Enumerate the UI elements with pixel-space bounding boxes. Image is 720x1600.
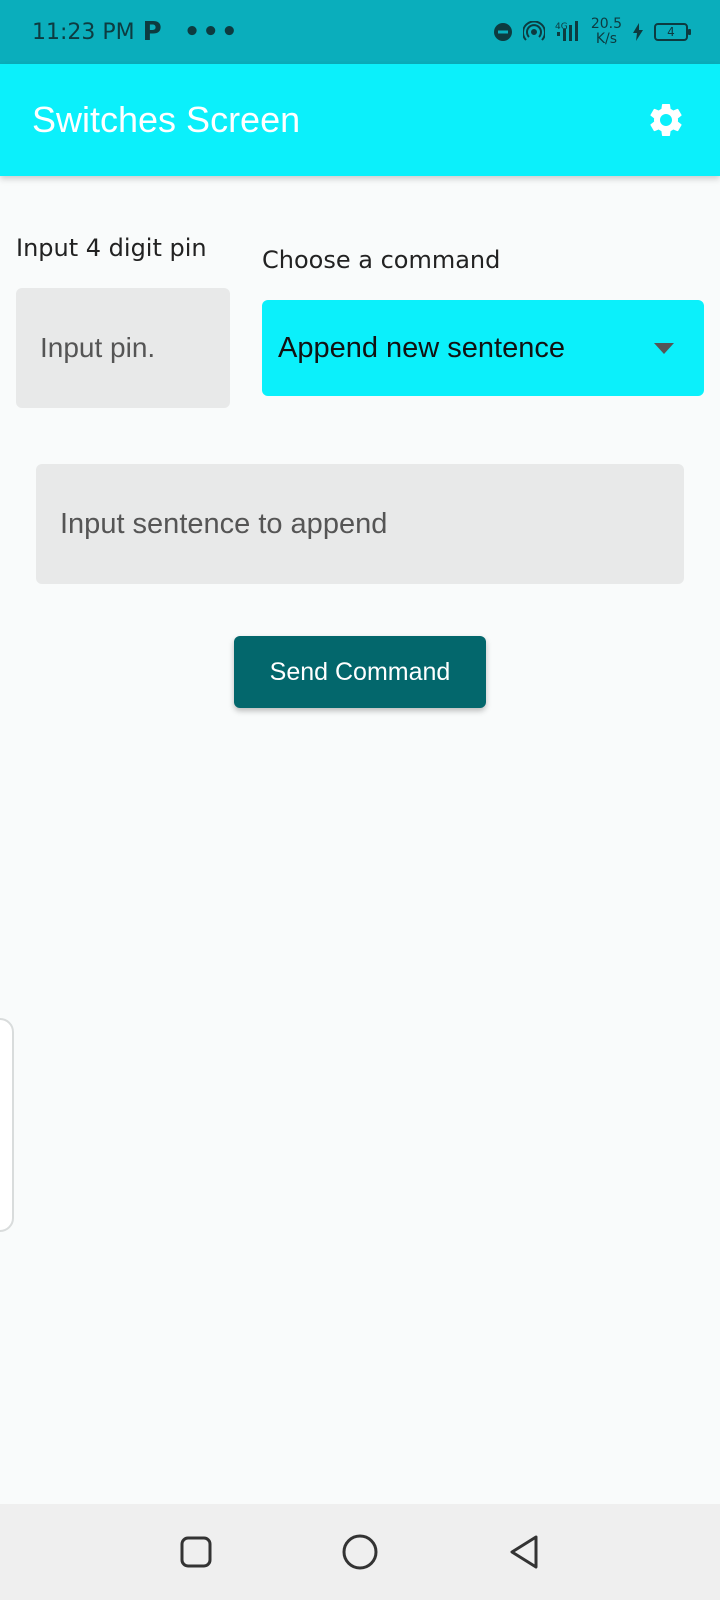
sentence-input[interactable]: Input sentence to append xyxy=(36,464,684,584)
speed-value: 20.5 xyxy=(590,16,622,32)
network-speed: 20.5 K/s xyxy=(591,17,622,47)
edge-panel-handle[interactable] xyxy=(0,1018,14,1232)
gear-icon xyxy=(650,103,682,136)
send-command-label: Send Command xyxy=(269,657,451,686)
hotspot-icon xyxy=(522,21,545,43)
status-left: 11:23 PM P ••• xyxy=(32,17,240,47)
pin-input[interactable]: Input pin. xyxy=(16,288,230,408)
recents-button[interactable] xyxy=(169,1525,223,1579)
pin-label: Input 4 digit pin xyxy=(16,234,207,262)
parking-app-icon: P xyxy=(142,17,162,47)
back-button[interactable] xyxy=(497,1525,551,1579)
circle-icon xyxy=(342,1534,378,1570)
command-label: Choose a command xyxy=(262,246,501,274)
charging-icon xyxy=(632,23,644,41)
home-button[interactable] xyxy=(333,1525,387,1579)
settings-button[interactable] xyxy=(644,98,688,142)
more-notifications-icon: ••• xyxy=(183,17,240,47)
page-title: Switches Screen xyxy=(32,99,301,140)
battery-level: 4 xyxy=(667,25,675,39)
command-dropdown[interactable]: Append new sentence xyxy=(262,300,704,396)
status-bar: 11:23 PM P ••• 4G 20.5 K/s 4 xyxy=(0,0,720,64)
system-nav-bar xyxy=(0,1504,720,1600)
sentence-placeholder: Input sentence to append xyxy=(60,507,388,540)
app-bar: Switches Screen xyxy=(0,64,720,176)
command-selected-value: Append new sentence xyxy=(278,331,565,364)
status-right: 4G 20.5 K/s 4 xyxy=(493,17,691,47)
status-time: 11:23 PM xyxy=(32,19,135,45)
triangle-back-icon xyxy=(510,1535,538,1569)
send-command-button[interactable]: Send Command xyxy=(234,636,486,708)
signal-4g-icon: 4G xyxy=(555,20,581,44)
speed-unit: K/s xyxy=(595,31,618,47)
do-not-disturb-icon xyxy=(493,22,513,42)
square-icon xyxy=(180,1536,212,1568)
dropdown-arrow-icon xyxy=(654,342,674,354)
pin-placeholder: Input pin. xyxy=(40,332,156,363)
battery-icon: 4 xyxy=(654,23,691,41)
